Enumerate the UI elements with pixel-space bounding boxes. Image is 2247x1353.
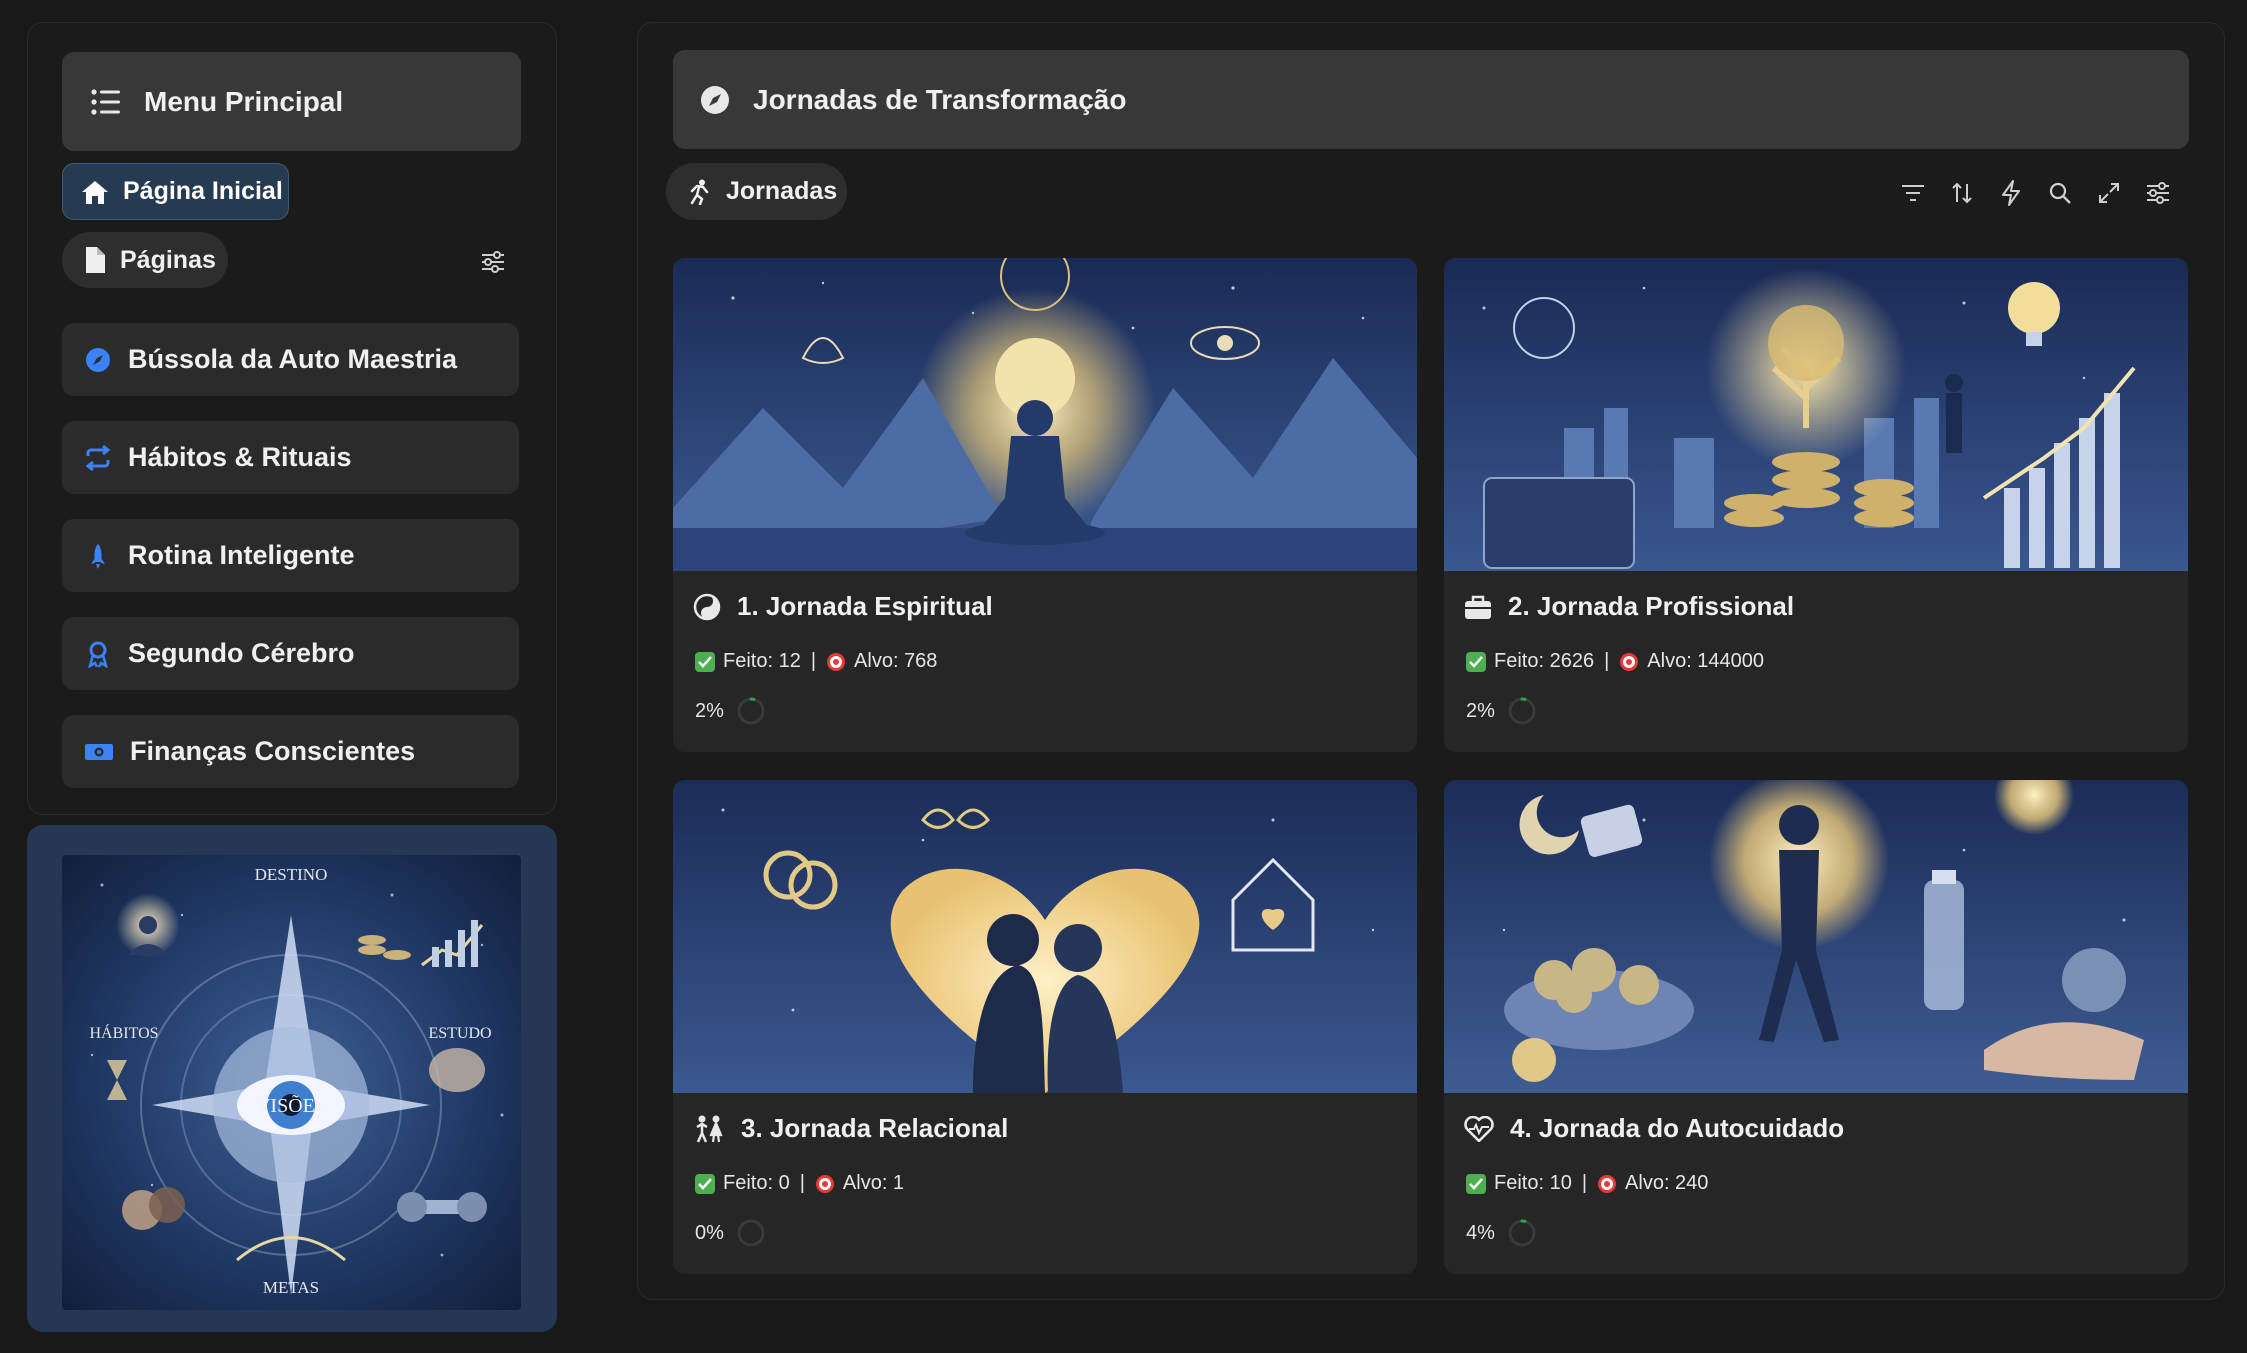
checkmark-icon [695, 651, 715, 672]
progress-percent: 2% [695, 699, 724, 722]
target-icon [1620, 652, 1639, 671]
toolbar [1895, 175, 2176, 211]
repeat-icon [85, 444, 111, 471]
settings-icon[interactable] [2140, 175, 2176, 211]
sidebar-item-label: Rotina Inteligente [128, 540, 355, 570]
card-title: 4. Jornada do Autocuidado [1510, 1113, 1845, 1143]
target-icon [827, 652, 846, 671]
card-title: 2. Jornada Profissional [1508, 591, 1795, 621]
vision-label-top: DESTINO [255, 865, 328, 884]
tab-label: Jornadas [726, 177, 838, 205]
briefcase-icon [1465, 595, 1491, 619]
progress-percent: 2% [1466, 699, 1495, 722]
money-icon [85, 743, 113, 760]
checkmark-icon [1466, 1173, 1486, 1194]
progress-ring [737, 1219, 765, 1247]
vision-board-image[interactable]: DESTINO HÁBITOS ESTUDO VISÕES METAS [62, 855, 521, 1310]
alvo-value: Alvo: 144000 [1647, 650, 1765, 672]
pages-label: Páginas [120, 245, 216, 274]
card-title: 1. Jornada Espiritual [737, 591, 993, 621]
person-running-icon [690, 179, 709, 205]
checkmark-icon [695, 1173, 715, 1194]
target-icon [815, 1174, 834, 1193]
journey-card[interactable]: 4. Jornada do Autocuidado Feito: 10 | Al… [1444, 780, 2188, 1274]
rocket-icon [91, 543, 105, 569]
alvo-value: Alvo: 768 [854, 650, 938, 672]
alvo-value: Alvo: 1 [842, 1172, 905, 1194]
sidebar-item-label: Finanças Conscientes [130, 736, 416, 766]
feito-value: Feito: 2626 [1494, 650, 1595, 672]
feito-value: Feito: 12 [723, 650, 801, 672]
menu-header[interactable]: Menu Principal [62, 52, 521, 151]
progress-ring [1508, 1219, 1536, 1247]
sidebar-settings-icon[interactable] [475, 244, 511, 280]
expand-icon[interactable] [2091, 175, 2127, 211]
vision-label-bottom: METAS [263, 1278, 319, 1297]
journey-card[interactable]: 1. Jornada Espiritual Feito: 12 | Alvo: … [673, 258, 1417, 752]
filter-icon[interactable] [1895, 175, 1931, 211]
sidebar-item-segundo-cerebro[interactable]: Segundo Cérebro [62, 617, 519, 690]
lightning-icon[interactable] [1993, 175, 2029, 211]
sidebar-item-rotina[interactable]: Rotina Inteligente [62, 519, 519, 592]
progress-ring [737, 697, 765, 725]
tab-jornadas[interactable]: Jornadas [666, 163, 847, 220]
journey-card[interactable]: 2. Jornada Profissional Feito: 2626 | Al… [1444, 258, 2188, 752]
feito-value: Feito: 0 [723, 1172, 790, 1194]
compass-icon [86, 347, 110, 372]
vision-label-center: VISÕES [256, 1093, 326, 1117]
feito-value: Feito: 10 [1494, 1172, 1572, 1194]
card-cover-image [1444, 780, 2188, 1093]
people-icon [696, 1115, 723, 1143]
progress-percent: 4% [1466, 1221, 1495, 1244]
sidebar-item-bussola[interactable]: Bússola da Auto Maestria [62, 323, 519, 396]
target-icon [1598, 1174, 1617, 1193]
menu-title: Menu Principal [144, 85, 344, 117]
home-page-button[interactable]: Página Inicial [62, 163, 289, 220]
journey-card[interactable]: 3. Jornada Relacional Feito: 0 | Alvo: 1… [673, 780, 1417, 1274]
vision-label-left: HÁBITOS [89, 1023, 158, 1042]
progress-percent: 0% [695, 1221, 724, 1244]
list-icon [91, 88, 120, 115]
heart-pulse-icon [1464, 1115, 1494, 1142]
compass-icon [701, 85, 729, 114]
sidebar-item-financas[interactable]: Finanças Conscientes [62, 715, 519, 788]
ribbon-icon [88, 641, 108, 668]
page-title: Jornadas de Transformação [753, 83, 1127, 115]
sidebar-item-label: Segundo Cérebro [128, 638, 355, 668]
card-cover-image [1444, 258, 2188, 571]
sidebar-item-label: Bússola da Auto Maestria [128, 344, 458, 374]
progress-ring [1508, 697, 1536, 725]
home-label: Página Inicial [123, 177, 283, 205]
checkmark-icon [1466, 651, 1486, 672]
card-cover-image [673, 780, 1417, 1093]
pages-button[interactable]: Páginas [62, 232, 228, 288]
document-icon [86, 247, 105, 273]
search-icon[interactable] [2042, 175, 2078, 211]
main-header: Jornadas de Transformação [673, 50, 2189, 149]
yin-yang-icon [693, 593, 721, 620]
sidebar-item-label: Hábitos & Rituais [128, 442, 352, 472]
sidebar-item-habitos[interactable]: Hábitos & Rituais [62, 421, 519, 494]
card-title: 3. Jornada Relacional [741, 1113, 1009, 1143]
alvo-value: Alvo: 240 [1625, 1172, 1709, 1194]
card-cover-image [673, 258, 1417, 571]
home-icon [82, 180, 108, 204]
vision-label-right: ESTUDO [428, 1025, 491, 1042]
sort-icon[interactable] [1944, 175, 1980, 211]
